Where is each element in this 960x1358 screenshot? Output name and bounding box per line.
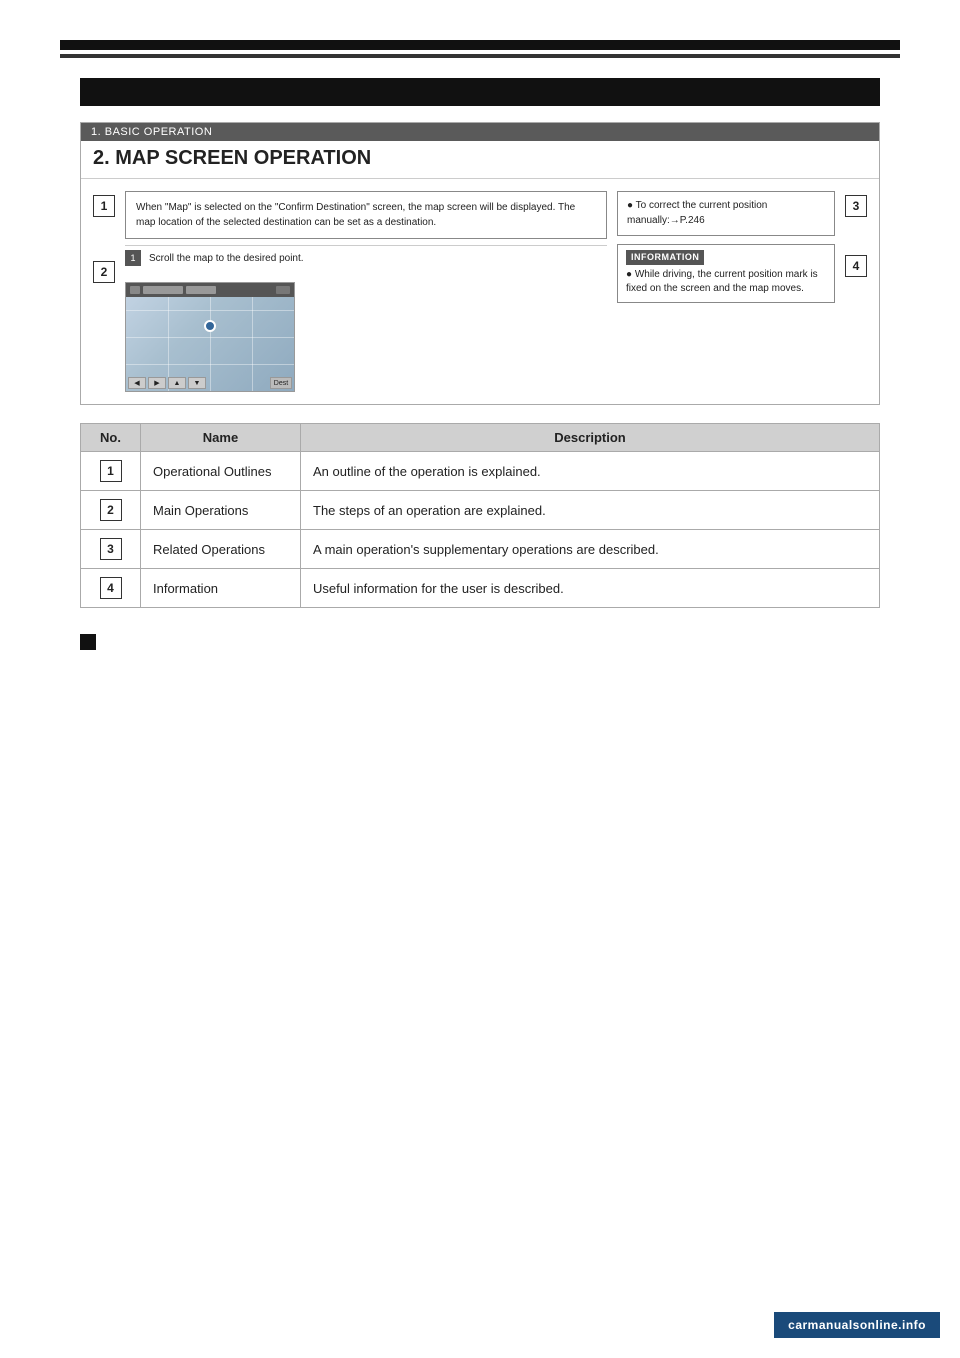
table-row: 1 Operational Outlines An outline of the…	[81, 452, 880, 491]
diagram-container: 1. BASIC OPERATION 2. MAP SCREEN OPERATI…	[80, 122, 880, 405]
table-header-no: No.	[81, 424, 141, 452]
row-4-desc: Useful information for the user is descr…	[301, 569, 880, 608]
section-black-bar	[80, 78, 880, 106]
table-row: 4 Information Useful information for the…	[81, 569, 880, 608]
map-btn-dest: Dest	[270, 377, 292, 389]
diagram-num-4: 4	[845, 255, 867, 277]
row-1-badge: 1	[100, 460, 122, 482]
operations-table: No. Name Description 1 Operation	[80, 423, 880, 608]
diagram-body: 1 2 When "Map" is selected on the "Confi…	[81, 179, 879, 404]
row-2-name: Main Operations	[141, 491, 301, 530]
right-callout-3: ● To correct the current position manual…	[617, 191, 835, 236]
map-btn-4: ▼	[188, 377, 206, 389]
info-box-4: INFORMATION ● While driving, the current…	[617, 244, 835, 303]
black-square-indicator	[80, 634, 96, 650]
diagram-header-text: 1. BASIC OPERATION	[91, 126, 212, 138]
step-num: 1	[125, 250, 141, 266]
table-header-name: Name	[141, 424, 301, 452]
row-2-desc: The steps of an operation are explained.	[301, 491, 880, 530]
diagram-num-2: 2	[93, 261, 115, 283]
watermark: carmanualsonline.info	[774, 1312, 940, 1338]
top-bar-1	[60, 40, 900, 50]
row-3-name: Related Operations	[141, 530, 301, 569]
map-btn-3: ▲	[168, 377, 186, 389]
row-1-desc: An outline of the operation is explained…	[301, 452, 880, 491]
map-image: ◀ ▶ ▲ ▼ Dest	[125, 282, 295, 392]
row-3-desc: A main operation's supplementary operati…	[301, 530, 880, 569]
top-bar-2	[60, 54, 900, 58]
step-row: 1 Scroll the map to the desired point.	[125, 245, 607, 270]
row-3-badge: 3	[100, 538, 122, 560]
table-header-description: Description	[301, 424, 880, 452]
page: 1. BASIC OPERATION 2. MAP SCREEN OPERATI…	[0, 0, 960, 1358]
table-row: 2 Main Operations The steps of an operat…	[81, 491, 880, 530]
map-marker	[204, 320, 216, 332]
diagram-num-3: 3	[845, 195, 867, 217]
diagram-num-1: 1	[93, 195, 115, 217]
info-text: ● While driving, the current position ma…	[626, 269, 818, 295]
box1-text: When "Map" is selected on the "Confirm D…	[125, 191, 607, 239]
step-text: Scroll the map to the desired point.	[149, 253, 304, 264]
row-4-badge: 4	[100, 577, 122, 599]
row-1-name: Operational Outlines	[141, 452, 301, 491]
diagram-header: 1. BASIC OPERATION	[81, 123, 879, 141]
content-wrapper: 1. BASIC OPERATION 2. MAP SCREEN OPERATI…	[80, 78, 880, 661]
row-2-badge: 2	[100, 499, 122, 521]
row-4-name: Information	[141, 569, 301, 608]
table-row: 3 Related Operations A main operation's …	[81, 530, 880, 569]
right-callout-3-text: ● To correct the current position manual…	[627, 200, 767, 226]
diagram-title: 2. MAP SCREEN OPERATION	[81, 141, 879, 179]
info-label: INFORMATION	[626, 250, 704, 265]
map-btn-2: ▶	[148, 377, 166, 389]
map-btn-1: ◀	[128, 377, 146, 389]
